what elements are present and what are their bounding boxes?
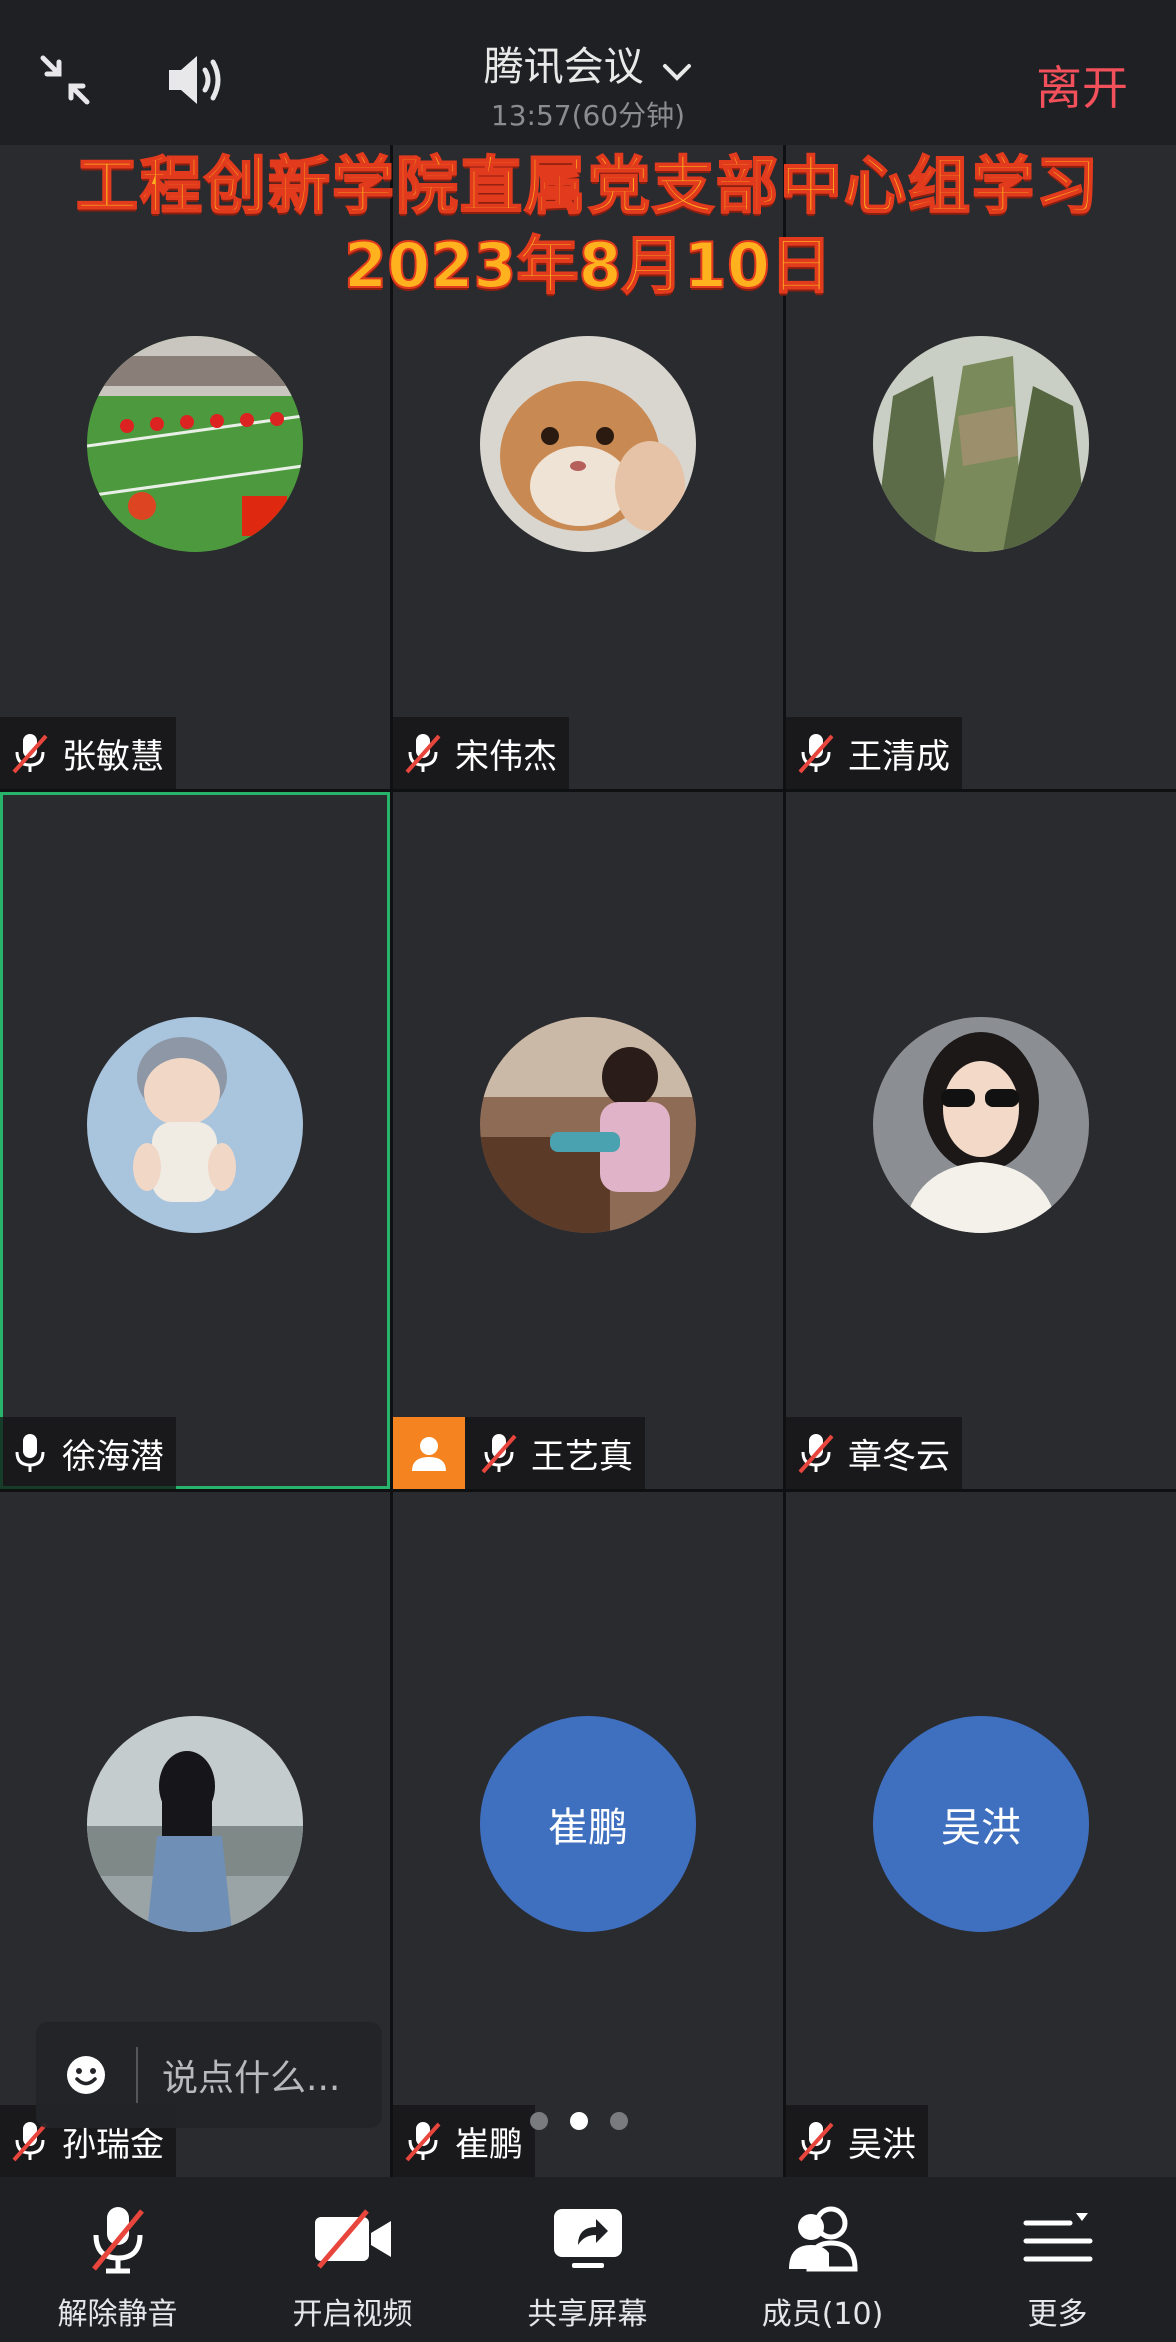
avatar (87, 336, 303, 552)
avatar-initials: 吴洪 (873, 1716, 1089, 1932)
name-tag: 吴洪 (786, 2105, 928, 2177)
meeting-title[interactable]: 腾讯会议 (0, 34, 1176, 92)
more-button[interactable]: 更多 (940, 2177, 1175, 2342)
meeting-duration: 13:57(60分钟) (490, 99, 686, 132)
name-tag: 张敏慧 (0, 717, 176, 789)
name-tag: 徐海潜 (0, 1417, 176, 1489)
participant-tile[interactable]: 章冬云 (786, 792, 1176, 1489)
name-tag: 崔鹏 (393, 2105, 535, 2177)
divider (136, 2047, 138, 2103)
host-badge-icon (393, 1417, 465, 1489)
chat-input[interactable]: 说点什么... (36, 2022, 382, 2128)
mic-muted-icon (796, 731, 836, 775)
participant-tile[interactable]: 崔鹏 崔鹏 (393, 1492, 783, 2177)
page-dot[interactable] (530, 2112, 548, 2130)
avatar (87, 1716, 303, 1932)
leave-button[interactable]: 离开 (1036, 52, 1128, 118)
name-tag: 王清成 (786, 717, 962, 789)
participant-tile[interactable]: 吴洪 吴洪 (786, 1492, 1176, 2177)
participant-name: 徐海潜 (62, 1436, 164, 1477)
avatar (480, 336, 696, 552)
participant-name: 张敏慧 (62, 736, 164, 777)
unmute-button[interactable]: 解除静音 (0, 2177, 235, 2342)
chat-placeholder[interactable]: 说点什么... (162, 2049, 340, 2101)
chevron-down-icon (662, 46, 692, 92)
members-label: 成员(10) (761, 2297, 884, 2332)
more-label: 更多 (1027, 2297, 1088, 2332)
avatar (87, 1017, 303, 1233)
participant-tile-speaking[interactable]: 徐海潜 (0, 792, 390, 1489)
avatar (873, 336, 1089, 552)
participant-name: 王艺真 (531, 1436, 633, 1477)
page-dot-active[interactable] (570, 2112, 588, 2130)
participant-name: 王清成 (848, 736, 950, 777)
banner-date: 2023年8月10日 (343, 228, 833, 303)
mic-muted-icon (796, 2119, 836, 2163)
emoji-icon[interactable] (36, 2022, 136, 2128)
bottom-toolbar: 解除静音 开启视频 共享屏幕 成员(10) 更多 (0, 2177, 1176, 2342)
avatar (873, 1017, 1089, 1233)
mic-muted-icon (479, 1431, 519, 1475)
members-button[interactable]: 成员(10) (705, 2177, 940, 2342)
participant-name: 吴洪 (848, 2124, 916, 2165)
more-menu-icon (940, 2199, 1175, 2279)
camera-off-icon (235, 2199, 470, 2279)
mic-muted-icon (0, 2199, 235, 2279)
name-tag: 章冬云 (786, 1417, 962, 1489)
meeting-banner: 工程创新学院直属党支部中心组学习 2023年8月10日 (0, 146, 1176, 306)
participant-name: 崔鹏 (455, 2124, 523, 2165)
participant-name: 章冬云 (848, 1436, 950, 1477)
name-tag: 宋伟杰 (393, 717, 569, 789)
share-screen-label: 共享屏幕 (527, 2297, 648, 2332)
start-video-button[interactable]: 开启视频 (235, 2177, 470, 2342)
participant-tile[interactable]: 王艺真 (393, 792, 783, 1489)
name-tag: 王艺真 (393, 1417, 645, 1489)
mic-muted-icon (403, 731, 443, 775)
avatar (480, 1017, 696, 1233)
mic-icon (10, 1431, 50, 1475)
members-icon (705, 2199, 940, 2279)
share-screen-icon (470, 2199, 705, 2279)
mic-muted-icon (796, 1431, 836, 1475)
participant-grid: 张敏慧 宋伟杰 王清成 徐海潜 王艺真 章冬云 孙瑞金 崔鹏 崔鹏 吴洪 吴洪 (0, 145, 1176, 2177)
meeting-title-text: 腾讯会议 (483, 44, 644, 90)
participant-name: 宋伟杰 (455, 736, 557, 777)
share-screen-button[interactable]: 共享屏幕 (470, 2177, 705, 2342)
mic-muted-icon (403, 2119, 443, 2163)
page-indicator (530, 2112, 628, 2130)
page-dot[interactable] (610, 2112, 628, 2130)
banner-title: 工程创新学院直属党支部中心组学习 (75, 148, 1100, 223)
unmute-label: 解除静音 (57, 2297, 178, 2332)
top-bar: 腾讯会议 13:57(60分钟) 离开 (0, 0, 1176, 145)
avatar-initials: 崔鹏 (480, 1716, 696, 1932)
mic-muted-icon (10, 731, 50, 775)
start-video-label: 开启视频 (292, 2297, 413, 2332)
